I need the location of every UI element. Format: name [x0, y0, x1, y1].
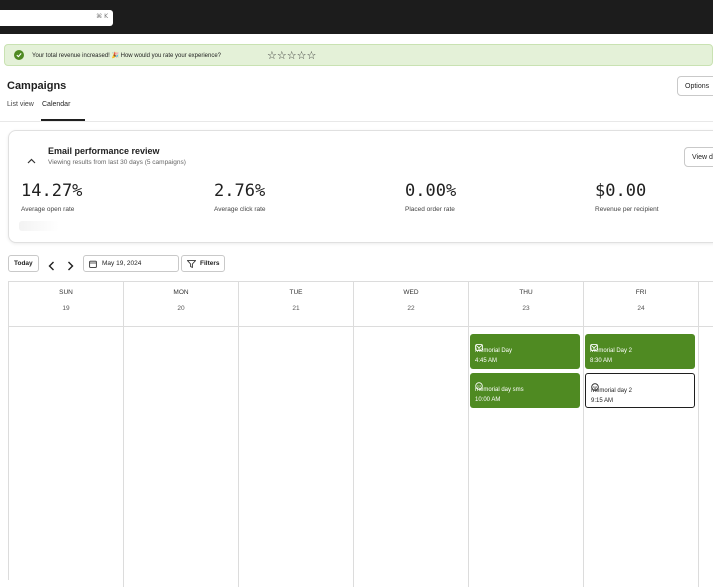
day-header-thu: THU 23 — [469, 282, 584, 327]
event-time: 4:45 AM — [475, 358, 498, 364]
day-column-wed[interactable] — [354, 327, 469, 587]
tab-calendar[interactable]: Calendar — [42, 101, 70, 108]
check-circle-icon — [14, 50, 24, 60]
filters-label: Filters — [200, 260, 220, 267]
metric-value: 2.76% — [214, 181, 266, 201]
tab-list-view[interactable]: List view — [7, 101, 34, 108]
performance-title: Email performance review — [48, 146, 160, 156]
day-number: 21 — [292, 305, 300, 312]
metric-open-rate: 14.27% Average open rate — [21, 181, 82, 213]
metric-label: Average click rate — [214, 206, 266, 213]
metric-label: Revenue per recipient — [595, 206, 659, 213]
day-header-mon: MON 20 — [124, 282, 239, 327]
day-name: MON — [173, 289, 189, 296]
filter-icon — [186, 260, 197, 270]
campaign-event-sms[interactable]: Memorial day 2 9:15 AM — [585, 373, 695, 408]
rating-stars[interactable]: ☆☆☆☆☆ — [267, 49, 316, 62]
page-title: Campaigns — [7, 80, 67, 92]
metric-revenue-per-recipient: $0.00 Revenue per recipient — [595, 181, 659, 213]
date-picker-button[interactable]: May 19, 2024 — [83, 255, 179, 272]
day-column-mon[interactable] — [124, 327, 239, 587]
day-name: THU — [519, 289, 533, 296]
date-label: May 19, 2024 — [102, 260, 142, 267]
metric-value: 0.00% — [405, 181, 457, 201]
event-name: Memorial Day 2 — [590, 348, 633, 354]
view-details-button[interactable]: View d — [684, 147, 713, 167]
day-number: 19 — [62, 305, 70, 312]
campaign-event-email[interactable]: Memorial Day 2 8:30 AM — [585, 334, 695, 369]
day-number: 22 — [407, 305, 415, 312]
day-name: TUE — [289, 289, 303, 296]
metric-click-rate: 2.76% Average click rate — [214, 181, 266, 213]
day-header-sun: SUN 19 — [9, 282, 124, 327]
day-number: 23 — [522, 305, 530, 312]
day-number: 24 — [637, 305, 645, 312]
day-name: FRI — [635, 289, 647, 296]
performance-card: Email performance review Viewing results… — [8, 130, 713, 243]
sparkline-placeholder — [19, 221, 59, 231]
event-time: 10:00 AM — [475, 397, 501, 403]
chevron-right-icon[interactable] — [67, 258, 74, 276]
today-button[interactable]: Today — [8, 255, 39, 272]
day-header-fri: FRI 24 — [584, 282, 699, 327]
options-button[interactable]: Options — [677, 76, 713, 96]
day-name: SUN — [59, 289, 73, 296]
event-name: memorial day sms — [475, 387, 524, 393]
chevron-left-icon[interactable] — [48, 258, 55, 276]
metric-value: $0.00 — [595, 181, 647, 201]
banner-message: Your total revenue increased! 🎉 How woul… — [32, 53, 222, 59]
top-bar: ⌘ K — [0, 0, 713, 34]
week-calendar: SUN 19 MON 20 TUE 21 WED 22 THU 23 FRI 2… — [8, 281, 713, 587]
event-name: Memorial day 2 — [591, 388, 633, 394]
day-name: WED — [403, 289, 419, 296]
day-header-tue: TUE 21 — [239, 282, 354, 327]
calendar-icon — [89, 260, 97, 270]
metric-placed-order-rate: 0.00% Placed order rate — [405, 181, 456, 213]
campaign-event-email[interactable]: Memorial Day 4:45 AM — [470, 334, 580, 369]
event-time: 8:30 AM — [590, 358, 613, 364]
metric-value: 14.27% — [21, 181, 83, 201]
tabs-divider — [0, 121, 713, 122]
day-number: 20 — [177, 305, 185, 312]
revenue-banner: Your total revenue increased! 🎉 How woul… — [4, 44, 713, 66]
metric-label: Placed order rate — [405, 206, 455, 213]
event-time: 9:15 AM — [591, 398, 614, 404]
filters-button[interactable]: Filters — [181, 255, 225, 272]
chevron-up-icon[interactable] — [27, 151, 36, 169]
performance-subtitle: Viewing results from last 30 days (5 cam… — [48, 159, 186, 166]
search-input[interactable]: ⌘ K — [0, 10, 113, 26]
calendar-header: SUN 19 MON 20 TUE 21 WED 22 THU 23 FRI 2… — [9, 282, 713, 327]
metric-label: Average open rate — [21, 206, 75, 213]
day-column-sun[interactable] — [9, 327, 124, 587]
search-shortcut: ⌘ K — [96, 13, 108, 20]
campaign-event-sms[interactable]: memorial day sms 10:00 AM — [470, 373, 580, 408]
event-name: Memorial Day — [475, 348, 513, 354]
day-column-tue[interactable] — [239, 327, 354, 587]
day-header-wed: WED 22 — [354, 282, 469, 327]
